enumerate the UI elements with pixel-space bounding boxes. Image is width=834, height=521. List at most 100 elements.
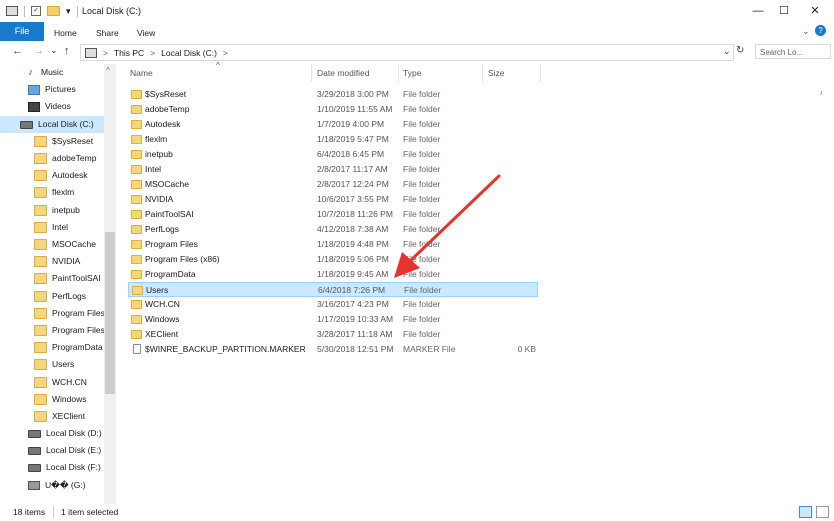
breadcrumb-separator: > bbox=[103, 47, 108, 58]
folder-icon bbox=[131, 210, 142, 219]
file-date-modified: 3/29/2018 3:00 PM bbox=[317, 89, 389, 99]
file-list-scrollbar[interactable] bbox=[822, 64, 834, 504]
breadcrumb-separator[interactable]: > bbox=[223, 48, 228, 58]
breadcrumb-this-pc[interactable]: This PC bbox=[114, 48, 144, 58]
file-row[interactable]: XEClient 3/28/2017 11:18 AM File folder bbox=[128, 327, 538, 342]
nav-item[interactable]: $SysReset bbox=[34, 133, 93, 150]
file-row[interactable]: $WINRE_BACKUP_PARTITION.MARKER 5/30/2018 … bbox=[128, 342, 538, 357]
file-row[interactable]: adobeTemp 1/10/2019 11:55 AM File folder bbox=[128, 102, 538, 117]
nav-item[interactable]: PaintToolSAI bbox=[34, 270, 101, 287]
nav-item[interactable]: adobeTemp bbox=[34, 150, 96, 167]
address-bar[interactable]: > This PC > Local Disk (C:) > bbox=[80, 44, 734, 61]
breadcrumb-local-disk-c[interactable]: Local Disk (C:) bbox=[161, 48, 217, 58]
nav-item[interactable]: Local Disk (E:) bbox=[28, 442, 101, 459]
file-row[interactable]: WCH.CN 3/16/2017 4:23 PM File folder bbox=[128, 297, 538, 312]
nav-item[interactable]: WCH.CN bbox=[34, 374, 87, 391]
nav-item[interactable]: Windows bbox=[34, 391, 86, 408]
column-type[interactable]: Type bbox=[403, 68, 421, 78]
file-type: File folder bbox=[404, 285, 442, 295]
column-name[interactable]: Name bbox=[130, 68, 153, 78]
nav-item[interactable]: Local Disk (C:) bbox=[0, 116, 104, 133]
nav-item-label: Local Disk (E:) bbox=[46, 445, 102, 455]
drive-icon bbox=[28, 446, 41, 455]
scroll-up-icon[interactable]: ^ bbox=[106, 66, 110, 75]
nav-item[interactable]: ♪ Music bbox=[28, 64, 63, 81]
folder-icon bbox=[34, 136, 47, 147]
close-button[interactable]: ✕ bbox=[796, 0, 834, 22]
address-dropdown-button[interactable]: ⌄ bbox=[723, 46, 731, 57]
folder-icon bbox=[132, 286, 143, 295]
nav-item-label: Videos bbox=[45, 101, 71, 111]
refresh-button[interactable]: ↻ bbox=[736, 45, 744, 56]
nav-item[interactable]: Local Disk (D:) bbox=[28, 425, 102, 442]
nav-item[interactable]: Intel bbox=[34, 219, 68, 236]
nav-item-label: NVIDIA bbox=[52, 256, 81, 266]
nav-item[interactable]: XEClient bbox=[34, 408, 85, 425]
forward-button[interactable]: → bbox=[33, 45, 44, 57]
nav-item[interactable]: Users bbox=[34, 356, 74, 373]
nav-item-label: PerfLogs bbox=[52, 291, 87, 301]
separator bbox=[76, 5, 78, 17]
help-icon[interactable]: ? bbox=[815, 25, 826, 36]
nav-item-label: Windows bbox=[52, 394, 87, 404]
folder-icon bbox=[34, 394, 47, 405]
drive-icon bbox=[28, 463, 41, 472]
back-button[interactable]: ← bbox=[12, 45, 23, 57]
nav-item[interactable]: Videos bbox=[28, 98, 71, 115]
nav-item-label: MSOCache bbox=[52, 239, 96, 249]
nav-item[interactable]: flexlm bbox=[34, 184, 74, 201]
recent-locations-button[interactable]: ⌄ bbox=[50, 45, 58, 56]
search-input[interactable]: Search Lo... bbox=[755, 44, 831, 59]
drive-icon bbox=[28, 429, 41, 438]
file-date-modified: 6/4/2018 7:26 PM bbox=[318, 285, 386, 295]
nav-item[interactable]: Autodesk bbox=[34, 167, 87, 184]
nav-item[interactable]: ProgramData bbox=[34, 339, 103, 356]
nav-item[interactable]: MSOCache bbox=[34, 236, 96, 253]
nav-item[interactable]: NVIDIA bbox=[34, 253, 80, 270]
file-name: Program Files bbox=[145, 239, 198, 249]
column-size[interactable]: Size bbox=[488, 68, 505, 78]
tab-share[interactable]: Share bbox=[96, 25, 119, 41]
column-divider[interactable] bbox=[398, 64, 399, 82]
file-row[interactable]: inetpub 6/4/2018 6:45 PM File folder bbox=[128, 147, 538, 162]
expand-ribbon-icon[interactable]: ⌄ bbox=[802, 26, 810, 37]
nav-item-label: Pictures bbox=[45, 84, 76, 94]
details-view-button[interactable] bbox=[799, 506, 812, 518]
customize-quick-access-icon[interactable]: ▾ bbox=[66, 6, 71, 17]
nav-item[interactable]: Program Files bbox=[34, 305, 105, 322]
up-button[interactable]: ↑ bbox=[64, 45, 70, 57]
file-type: File folder bbox=[403, 89, 441, 99]
new-folder-icon[interactable] bbox=[47, 6, 60, 16]
large-icons-view-button[interactable] bbox=[816, 506, 829, 518]
breadcrumb-separator[interactable]: > bbox=[150, 48, 155, 58]
tab-file[interactable]: File bbox=[0, 22, 44, 41]
column-divider[interactable] bbox=[482, 64, 483, 82]
nav-scrollbar-thumb[interactable] bbox=[105, 232, 115, 394]
column-date-modified[interactable]: Date modified bbox=[317, 68, 369, 78]
file-row[interactable]: Windows 1/17/2019 10:33 AM File folder bbox=[128, 312, 538, 327]
nav-item[interactable]: Local Disk (F:) bbox=[28, 459, 101, 476]
navigation-pane: ♪ Music Pictures Videos Local Disk (C:) $SysR… bbox=[0, 64, 117, 504]
column-divider[interactable] bbox=[540, 64, 541, 82]
folder-icon bbox=[131, 135, 142, 144]
file-name: NVIDIA bbox=[145, 194, 174, 204]
file-row[interactable]: Autodesk 1/7/2019 4:00 PM File folder bbox=[128, 117, 538, 132]
nav-item[interactable]: U�� (G:) bbox=[28, 477, 86, 494]
separator bbox=[53, 506, 54, 518]
file-row[interactable]: $SysReset 3/29/2018 3:00 PM File folder bbox=[128, 87, 538, 102]
column-divider[interactable] bbox=[311, 64, 312, 82]
nav-item[interactable]: inetpub bbox=[34, 202, 80, 219]
folder-icon bbox=[34, 187, 47, 198]
nav-item[interactable]: PerfLogs bbox=[34, 288, 86, 305]
nav-item[interactable]: Pictures bbox=[28, 81, 76, 98]
column-header: Name ^ Date modified Type Size bbox=[126, 61, 546, 82]
nav-item[interactable]: Program Files ( bbox=[34, 322, 110, 339]
file-date-modified: 1/18/2019 5:06 PM bbox=[317, 254, 389, 264]
folder-icon bbox=[131, 225, 142, 234]
properties-icon[interactable]: ✓ bbox=[31, 6, 41, 16]
tab-home[interactable]: Home bbox=[54, 25, 77, 41]
file-name: WCH.CN bbox=[145, 299, 180, 309]
nav-item-label: Local Disk (F:) bbox=[46, 462, 101, 472]
file-row[interactable]: flexlm 1/18/2019 5:47 PM File folder bbox=[128, 132, 538, 147]
tab-view[interactable]: View bbox=[137, 25, 155, 41]
